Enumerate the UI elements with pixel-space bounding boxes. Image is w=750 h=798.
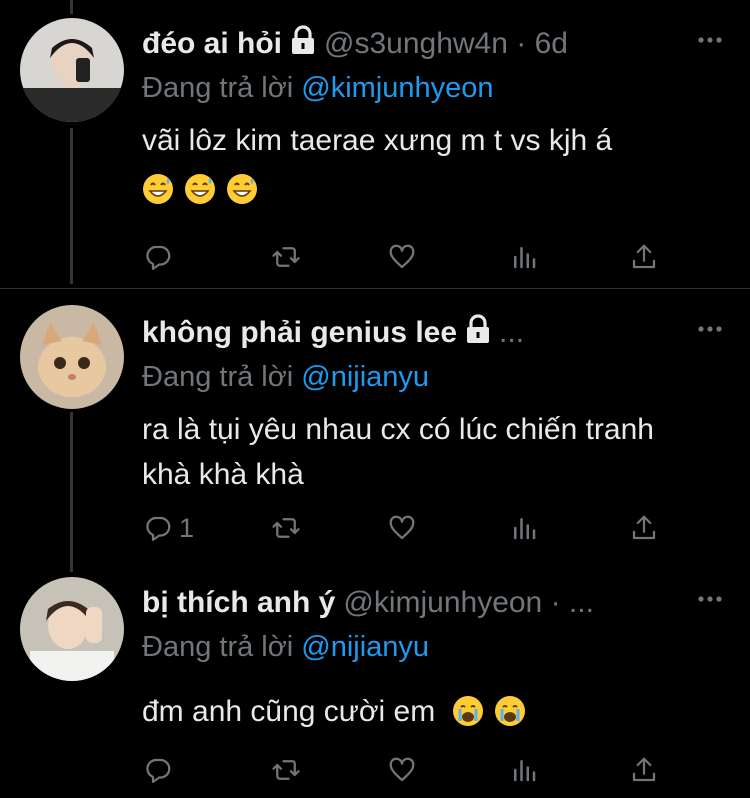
handle-and-time[interactable]: @s3unghw4n · 6d (324, 27, 568, 61)
tweet-header: bị thích anh ý @kimjunhyeon · ... (142, 581, 730, 625)
like-icon (389, 757, 415, 782)
analytics-icon (514, 760, 536, 782)
tweet-text-line: đm anh cũng cười em (142, 695, 436, 728)
tweet-actions (0, 750, 750, 790)
grinning-sweat-emoji (184, 173, 216, 205)
lock-icon (465, 314, 491, 352)
like-icon (389, 515, 415, 540)
display-name[interactable]: bị thích anh ý (142, 586, 335, 620)
share-button[interactable] (629, 750, 659, 790)
tweet-header: đéo ai hỏi @s3unghw4n · 6d (142, 22, 730, 66)
retweet-icon (272, 518, 300, 538)
tweet-1[interactable]: đéo ai hỏi @s3unghw4n · 6d Đang trả lời … (0, 0, 750, 288)
replying-to: Đang trả lời @nijianyu (142, 627, 730, 667)
replying-to: Đang trả lời @kimjunhyeon (142, 68, 730, 108)
avatar[interactable] (20, 18, 124, 122)
retweet-icon (272, 760, 300, 780)
share-icon (632, 757, 656, 782)
tweet-3[interactable]: bị thích anh ý @kimjunhyeon · ... Đang t… (0, 571, 750, 798)
tweet-text: đm anh cũng cười em (142, 689, 730, 734)
handle-and-time[interactable]: ... (499, 316, 524, 350)
more-icon[interactable] (690, 20, 730, 60)
retweet-button[interactable] (271, 237, 301, 277)
analytics-button[interactable] (509, 237, 539, 277)
reply-label: Đang trả lời (142, 72, 294, 104)
analytics-button[interactable] (509, 750, 539, 790)
tweet-actions: 1 (0, 508, 750, 548)
display-name[interactable]: không phải genius lee (142, 316, 457, 350)
avatar[interactable] (20, 305, 124, 409)
more-icon[interactable] (690, 579, 730, 619)
reply-button[interactable] (143, 237, 179, 277)
reply-icon (146, 758, 171, 783)
reply-button[interactable] (143, 750, 179, 790)
display-name[interactable]: đéo ai hỏi (142, 27, 282, 61)
reply-label: Đang trả lời (142, 631, 294, 663)
tweet-header: không phải genius lee ... (142, 311, 730, 355)
lock-icon (290, 25, 316, 63)
tweet-actions (0, 237, 750, 277)
share-icon (632, 244, 656, 269)
tweet-text: ra là tụi yêu nhau cx có lúc chiến tranh… (142, 413, 654, 491)
like-button[interactable] (387, 750, 417, 790)
retweet-button[interactable] (271, 508, 301, 548)
reply-icon (146, 516, 171, 541)
like-button[interactable] (387, 508, 417, 548)
grinning-sweat-emoji (142, 173, 174, 205)
like-button[interactable] (387, 237, 417, 277)
analytics-icon (514, 518, 536, 540)
reply-count: 1 (179, 512, 195, 543)
reply-button[interactable]: 1 (143, 508, 194, 548)
analytics-icon (514, 247, 536, 269)
analytics-button[interactable] (509, 508, 539, 548)
reply-mention-link[interactable]: @nijianyu (301, 361, 429, 393)
share-button[interactable] (629, 237, 659, 277)
grinning-sweat-emoji (226, 173, 258, 205)
avatar[interactable] (20, 577, 124, 681)
replying-to: Đang trả lời @nijianyu (142, 357, 730, 397)
handle-and-time[interactable]: @kimjunhyeon · ... (343, 586, 594, 620)
retweet-icon (272, 247, 300, 267)
reply-mention-link[interactable]: @nijianyu (301, 631, 429, 663)
reply-icon (146, 245, 171, 270)
crying-emoji (452, 695, 484, 727)
reply-label: Đang trả lời (142, 361, 294, 393)
tweet-2[interactable]: không phải genius lee ... Đang trả lời @… (0, 289, 750, 571)
share-button[interactable] (629, 508, 659, 548)
share-icon (632, 515, 656, 540)
emoji-row (142, 167, 730, 212)
retweet-button[interactable] (271, 750, 301, 790)
like-icon (389, 244, 415, 269)
tweet-text: vãi lôz kim taerae xưng m t vs kjh á (142, 118, 730, 212)
more-icon[interactable] (690, 309, 730, 349)
tweet-text-line: vãi lôz kim taerae xưng m t vs kjh á (142, 124, 613, 157)
reply-mention-link[interactable]: @kimjunhyeon (301, 72, 493, 104)
crying-emoji (494, 695, 526, 727)
